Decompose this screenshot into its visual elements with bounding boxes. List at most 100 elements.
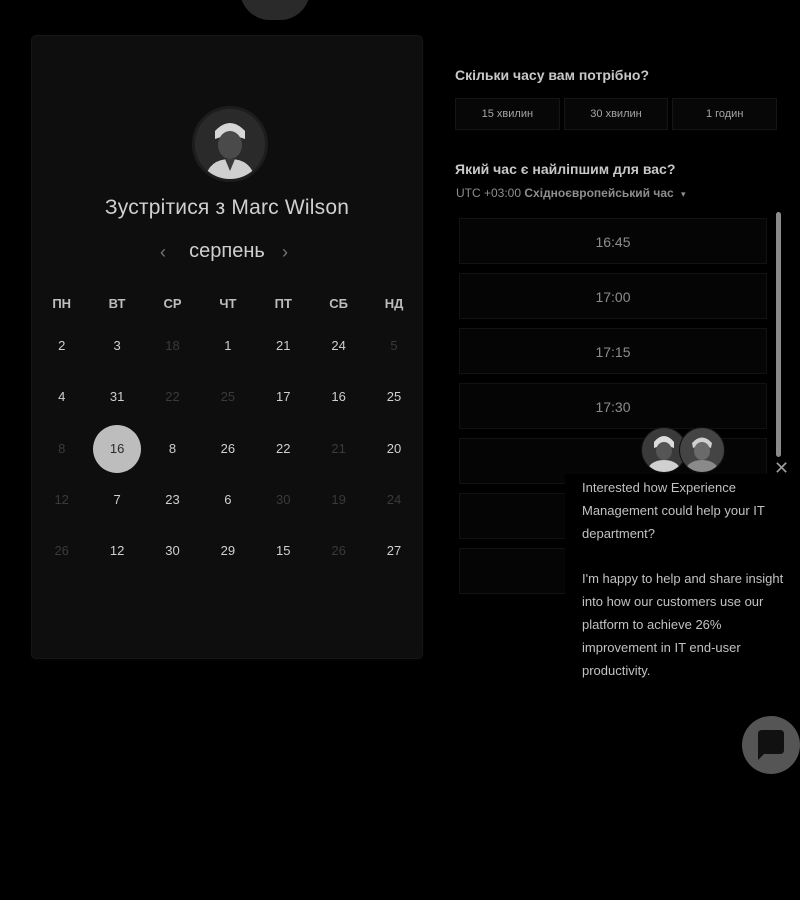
calendar-day[interactable]: 25 xyxy=(366,379,421,430)
time-question: Який час є найліпшим для вас? xyxy=(455,161,676,177)
calendar-day[interactable]: 31 xyxy=(89,379,144,430)
calendar-day: 18 xyxy=(145,328,200,379)
calendar-day-number: 8 xyxy=(168,440,177,456)
calendar-day[interactable]: 3 xyxy=(89,328,144,379)
calendar-day-number: 23 xyxy=(165,491,180,507)
calendar-day-number: 21 xyxy=(276,338,291,353)
calendar-day[interactable]: 29 xyxy=(200,533,255,584)
calendar-day-number: 22 xyxy=(276,440,291,456)
calendar-day-number: 16 xyxy=(331,389,346,405)
calendar-day[interactable]: 4 xyxy=(34,379,89,430)
calendar-day-number: 25 xyxy=(220,389,236,405)
calendar-day[interactable]: 23 xyxy=(145,482,200,533)
calendar-day[interactable]: 15 xyxy=(256,533,311,584)
weekday-header: СБ xyxy=(329,296,349,311)
time-slot-button[interactable]: 17:30 xyxy=(459,383,767,429)
calendar-day-number: 2 xyxy=(58,338,66,353)
calendar-day-number: 19 xyxy=(331,491,346,507)
calendar-day[interactable]: 16 xyxy=(311,379,366,430)
host-avatar xyxy=(192,106,268,182)
meeting-title: Зустрітися з Marc Wilson xyxy=(104,196,350,219)
calendar-day-number: 21 xyxy=(331,440,346,456)
calendar-day-number: 4 xyxy=(58,389,66,405)
weekday-header: ПН xyxy=(52,296,72,311)
calendar-day-number: 12 xyxy=(109,543,125,559)
calendar-day: 26 xyxy=(311,533,366,584)
calendar-day-selected[interactable]: 16 xyxy=(89,424,144,482)
brand-logo xyxy=(240,0,370,22)
calendar-day-number: 6 xyxy=(224,491,232,507)
calendar-day: 8 xyxy=(34,431,89,482)
chat-bubble-icon xyxy=(758,730,784,760)
duration-30-button[interactable]: 30 хвилин xyxy=(563,98,669,130)
caret-down-icon: ▾ xyxy=(681,189,686,199)
weekday-header: НД xyxy=(384,296,404,311)
slot-list-scrollbar[interactable] xyxy=(776,212,781,457)
calendar-day[interactable]: 8 xyxy=(145,431,200,482)
calendar-day: 26 xyxy=(34,533,89,584)
calendar-day[interactable]: 20 xyxy=(366,431,421,482)
booking-card: Зустрітися з Marc Wilson ‹ серпень › ПН В… xyxy=(32,36,422,658)
chat-agent-avatars xyxy=(641,427,727,473)
calendar-day-number: 1 xyxy=(224,338,232,353)
time-slot-button[interactable]: 17:15 xyxy=(459,328,767,374)
calendar-day-number: 7 xyxy=(113,491,121,507)
calendar-grid: ПН ВТ СР ЧТ ПТ СБ НД 2 3 18 1 21 24 5 4 31 22 25 17 16 25 8 16… xyxy=(34,294,422,584)
calendar-day[interactable]: 2 xyxy=(34,328,89,379)
calendar-day-number: 17 xyxy=(276,389,291,405)
calendar-day-number: 12 xyxy=(54,491,69,507)
calendar-day-number: 3 xyxy=(113,338,121,353)
calendar-day-number: 31 xyxy=(109,389,125,405)
calendar-day[interactable]: 22 xyxy=(256,431,311,482)
calendar-day[interactable]: 27 xyxy=(366,533,421,584)
weekday-header: ВТ xyxy=(108,296,126,311)
calendar-day-number: 25 xyxy=(386,389,402,405)
chat-message-2: I'm happy to help and share insight into… xyxy=(582,571,784,678)
time-slot-button[interactable]: 17:00 xyxy=(459,273,767,319)
chat-message-1: Interested how Experience Management cou… xyxy=(582,480,765,541)
calendar-day[interactable]: 21 xyxy=(256,328,311,379)
calendar-day[interactable]: 26 xyxy=(200,431,255,482)
weekday-header: СР xyxy=(163,296,182,311)
calendar-day[interactable]: 30 xyxy=(145,533,200,584)
chevron-right-icon[interactable]: › xyxy=(282,242,288,263)
agent-avatar xyxy=(679,427,725,473)
timezone-selector[interactable]: UTC +03:00 Східноєвропейський час ▾ xyxy=(456,186,686,200)
duration-question: Скільки часу вам потрібно? xyxy=(455,67,650,83)
calendar-day-number: 16 xyxy=(93,424,142,473)
calendar-day[interactable]: 6 xyxy=(200,482,255,533)
calendar-day-number: 18 xyxy=(165,338,180,353)
calendar-day-number: 22 xyxy=(165,389,180,405)
calendar-day[interactable]: 1 xyxy=(200,328,255,379)
calendar-day-number: 24 xyxy=(386,491,402,507)
calendar-day-number: 24 xyxy=(331,338,346,353)
logo-bubble-icon xyxy=(240,0,310,20)
calendar-day-number: 30 xyxy=(276,491,291,507)
weekday-header: ЧТ xyxy=(219,296,237,311)
calendar-day: 25 xyxy=(200,379,255,430)
calendar-day: 30 xyxy=(256,482,311,533)
weekday-header: ПТ xyxy=(274,296,292,311)
month-navigation: ‹ серпень › xyxy=(32,240,422,268)
calendar-day: 5 xyxy=(366,328,421,379)
calendar-day-number: 26 xyxy=(54,543,69,559)
calendar-day: 12 xyxy=(34,482,89,533)
calendar-day[interactable]: 24 xyxy=(311,328,366,379)
timezone-offset: UTC +03:00 xyxy=(456,186,522,200)
chat-launcher-button[interactable] xyxy=(742,716,800,774)
timezone-name: Східноєвропейський час xyxy=(524,186,674,200)
time-slot-button[interactable]: 16:45 xyxy=(459,218,767,264)
calendar-day: 21 xyxy=(311,431,366,482)
duration-60-button[interactable]: 1 годин xyxy=(672,98,778,130)
calendar-day[interactable]: 7 xyxy=(89,482,144,533)
calendar-day-number: 29 xyxy=(220,543,236,559)
calendar-day-number: 5 xyxy=(390,338,398,353)
calendar-day: 19 xyxy=(311,482,366,533)
duration-15-button[interactable]: 15 хвилин xyxy=(455,98,560,130)
calendar-day[interactable]: 12 xyxy=(89,533,144,584)
calendar-day-number: 27 xyxy=(386,543,402,559)
calendar-day[interactable]: 17 xyxy=(256,379,311,430)
calendar-day-number: 26 xyxy=(220,440,236,456)
calendar-day-number: 30 xyxy=(165,543,180,559)
calendar-day-number: 20 xyxy=(386,440,402,456)
